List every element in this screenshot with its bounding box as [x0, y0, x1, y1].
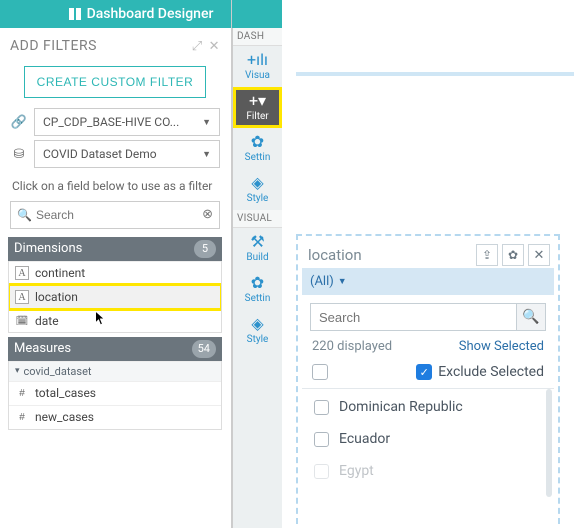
- tab-filters[interactable]: +▾ Filter: [233, 87, 282, 128]
- tab-label: Visua: [245, 70, 270, 81]
- item-label: Ecuador: [339, 431, 390, 447]
- connection-dropdown[interactable]: CP_CDP_BASE-HIVE CO... ▼: [34, 108, 220, 136]
- field-new-cases[interactable]: # new_cases: [9, 405, 221, 429]
- item-checkbox[interactable]: [314, 464, 329, 479]
- close-icon[interactable]: ✕: [528, 244, 550, 266]
- tab-settings[interactable]: ✿ Settin: [233, 128, 282, 169]
- filter-value-item[interactable]: Ecuador: [302, 423, 554, 455]
- tab-vstyle[interactable]: ◈ Style: [233, 310, 282, 351]
- decorative-strip: [296, 72, 574, 76]
- filter-value-item[interactable]: Dominican Republic: [302, 391, 554, 423]
- right-tabs: DASH +ılı Visua +▾ Filter ✿ Settin ◈ Sty…: [232, 28, 282, 528]
- item-label: Egypt: [339, 463, 374, 479]
- exclude-checkbox[interactable]: ✓: [416, 364, 432, 380]
- item-checkbox[interactable]: [314, 400, 329, 415]
- filter-all-label: (All): [310, 274, 334, 289]
- field-date[interactable]: 🗓 date: [9, 309, 221, 333]
- filter-all-dropdown[interactable]: (All) ▼: [302, 268, 554, 295]
- measure-group[interactable]: ▾ covid_dataset: [9, 361, 221, 381]
- search-icon: 🔍: [17, 208, 32, 222]
- chevron-down-icon: ▼: [338, 276, 347, 287]
- text-type-icon: A: [15, 266, 29, 280]
- field-search[interactable]: 🔍 ⊗: [10, 201, 220, 229]
- clear-search-icon[interactable]: ⊗: [202, 207, 213, 222]
- dimensions-section[interactable]: Dimensions 5: [8, 237, 222, 261]
- field-continent[interactable]: A continent: [9, 261, 221, 285]
- gear-icon[interactable]: ✿: [502, 244, 524, 266]
- dimensions-label: Dimensions: [14, 241, 82, 256]
- exclude-label: Exclude Selected: [438, 364, 544, 380]
- tab-style[interactable]: ◈ Style: [233, 169, 282, 210]
- upload-icon[interactable]: ⇪: [476, 244, 498, 266]
- filter-values-list[interactable]: Dominican Republic Ecuador Egypt: [302, 389, 554, 497]
- add-filters-title: ADD FILTERS: [10, 38, 97, 54]
- title-bar: Dashboard Designer: [0, 0, 282, 28]
- field-total-cases[interactable]: # total_cases: [9, 381, 221, 405]
- link-icon: 🔗: [10, 115, 28, 130]
- settings-icon: ✿: [233, 275, 282, 291]
- cursor-icon: [95, 311, 108, 327]
- chevron-down-icon: ▼: [202, 117, 211, 128]
- create-custom-filter-button[interactable]: CREATE CUSTOM FILTER: [24, 66, 207, 98]
- field-label: continent: [35, 266, 85, 280]
- number-type-icon: #: [15, 386, 29, 400]
- chevron-down-icon: ▼: [202, 149, 211, 160]
- dataset-dropdown[interactable]: COVID Dataset Demo ▼: [34, 140, 220, 168]
- filter-popup: location ⇪ ✿ ✕ (All) ▼ 🔍 220 displayed S…: [296, 234, 560, 524]
- hint-text: Click on a field below to use as a filte…: [12, 178, 218, 195]
- settings-icon: ✿: [233, 134, 282, 150]
- field-location[interactable]: A location: [9, 285, 221, 309]
- filter-search-input[interactable]: [310, 303, 516, 331]
- tab-vsettings[interactable]: ✿ Settin: [233, 269, 282, 310]
- item-checkbox[interactable]: [314, 432, 329, 447]
- filter-value-item[interactable]: Egypt: [302, 455, 554, 487]
- tab-label: Build: [246, 252, 268, 263]
- dashboard-icon: [69, 8, 81, 20]
- triangle-down-icon: ▾: [15, 366, 20, 376]
- measures-section[interactable]: Measures 54: [8, 337, 222, 361]
- field-label: total_cases: [35, 386, 96, 400]
- field-label: new_cases: [35, 410, 94, 424]
- build-icon: ⚒: [233, 234, 282, 250]
- filters-icon: +▾: [233, 93, 282, 109]
- tab-label: Filter: [246, 111, 268, 122]
- displayed-count: 220 displayed: [312, 339, 392, 354]
- search-button[interactable]: 🔍: [516, 303, 546, 331]
- tab-label: Settin: [245, 152, 271, 163]
- tabs-header-dash: DASH: [233, 28, 282, 46]
- group-label: covid_dataset: [24, 365, 92, 378]
- field-label: location: [35, 290, 78, 304]
- item-label: Dominican Republic: [339, 399, 463, 415]
- filter-title: location: [308, 246, 362, 264]
- expand-icon[interactable]: ⤢: [192, 39, 203, 54]
- measures-label: Measures: [14, 341, 71, 356]
- date-type-icon: 🗓: [15, 314, 29, 328]
- close-icon[interactable]: ✕: [209, 39, 220, 54]
- number-type-icon: #: [15, 410, 29, 424]
- connection-value: CP_CDP_BASE-HIVE CO...: [43, 115, 179, 129]
- field-search-input[interactable]: [36, 208, 202, 222]
- tabs-header-visual: VISUAL: [233, 210, 282, 228]
- dimensions-list: A continent A location 🗓 date: [8, 261, 222, 333]
- measures-count: 54: [192, 340, 216, 358]
- measures-list: ▾ covid_dataset # total_cases # new_case…: [8, 361, 222, 430]
- tab-visuals[interactable]: +ılı Visua: [233, 46, 282, 87]
- tab-label: Style: [247, 193, 269, 204]
- field-label: date: [35, 314, 59, 328]
- dataset-value: COVID Dataset Demo: [43, 147, 157, 161]
- show-selected-link[interactable]: Show Selected: [459, 339, 544, 354]
- select-all-checkbox[interactable]: [312, 364, 328, 380]
- visuals-icon: +ılı: [233, 52, 282, 68]
- tab-build[interactable]: ⚒ Build: [233, 228, 282, 269]
- style-icon: ◈: [233, 175, 282, 191]
- dataset-icon: ⛁: [10, 147, 28, 162]
- tab-label: Settin: [245, 293, 271, 304]
- add-filters-panel: ADD FILTERS ⤢ ✕ CREATE CUSTOM FILTER 🔗 C…: [0, 28, 230, 528]
- tab-label: Style: [247, 334, 269, 345]
- style-icon: ◈: [233, 316, 282, 332]
- add-filters-header: ADD FILTERS ⤢ ✕: [8, 28, 222, 60]
- dimensions-count: 5: [194, 240, 216, 258]
- text-type-icon: A: [15, 290, 29, 304]
- app-title: Dashboard Designer: [87, 0, 214, 28]
